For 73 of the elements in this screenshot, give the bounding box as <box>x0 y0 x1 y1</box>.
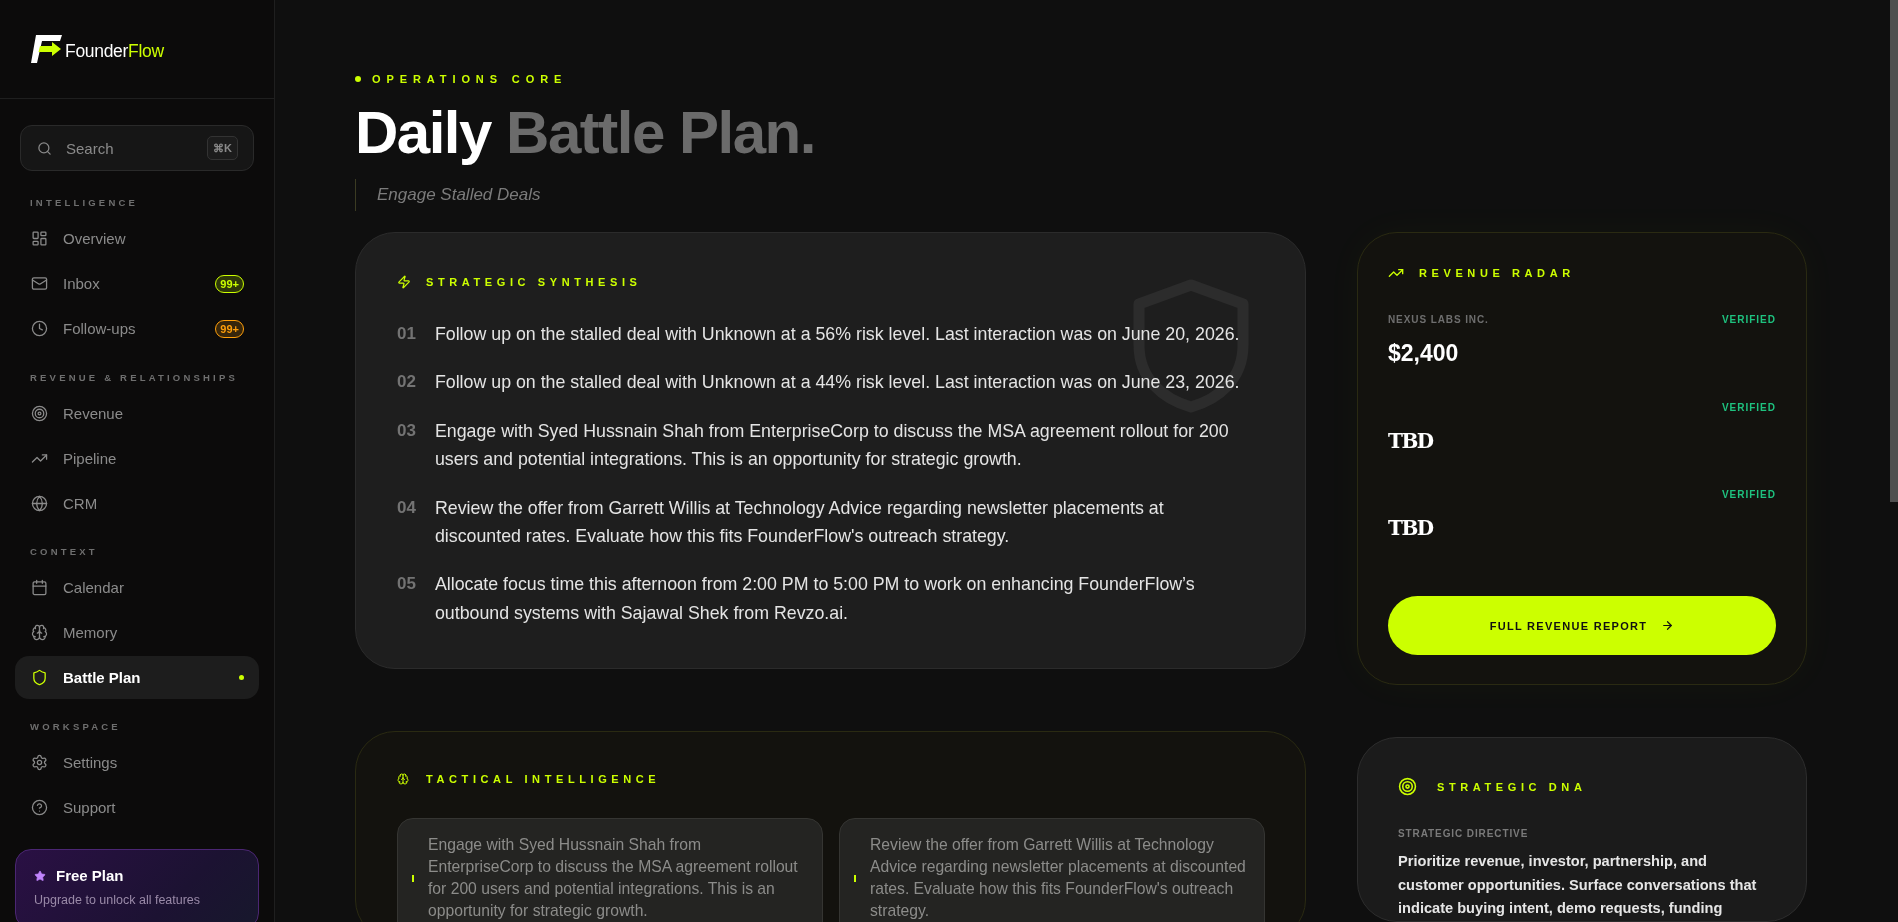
upgrade-card[interactable]: Free Plan Upgrade to unlock all features <box>15 849 259 922</box>
item-text: Allocate focus time this afternoon from 2:00 PM to 5:00 PM to work on enhancing FounderFlow’s outbound systems with Sajawal Shek from Revzo.ai. <box>434 573 1196 625</box>
mail-icon <box>31 275 48 292</box>
page-title: Daily Battle Plan. <box>355 103 815 163</box>
directive-text: Prioritize revenue, investor, partnership, and customer opportunities. Surface conversations that indicate buying intent, demo requests, funding <box>1398 852 1758 918</box>
plan-description: Upgrade to unlock all features <box>34 892 201 908</box>
shield-icon <box>31 669 48 686</box>
nav-item[interactable]: CRM <box>15 481 259 525</box>
nav-item[interactable]: Follow-ups 99+ <box>15 307 259 350</box>
nav-item[interactable]: Settings <box>15 740 259 784</box>
nav-item[interactable]: Support <box>15 785 259 829</box>
card-heading: TACTICAL INTELLIGENCE <box>426 772 661 787</box>
status-label: VERIFIED <box>1721 400 1776 415</box>
target-icon <box>1398 777 1417 796</box>
scrollbar-thumb[interactable] <box>1890 0 1898 502</box>
insight-text: Engage with Syed Hussnain Shah from EnterpriseCorp to discuss the MSA agreement rollout for 200 users and potential integrations. This is an opportunity for strategic growth. <box>428 835 799 922</box>
search-icon <box>37 140 52 156</box>
item-number: 05 <box>397 573 416 596</box>
section-label: REVENUE & RELATIONSHIPS <box>29 371 239 384</box>
nav-item[interactable]: Calendar <box>15 566 259 609</box>
dashboard-icon <box>31 230 48 247</box>
marker-icon <box>412 874 414 882</box>
plan-title: Free Plan <box>56 867 124 885</box>
deal-value: TBD <box>1388 427 1433 455</box>
card-heading: REVENUE RADAR <box>1419 266 1575 280</box>
report-button[interactable]: FULL REVENUE REPORT <box>1388 596 1776 655</box>
status-label: VERIFIED <box>1721 488 1776 502</box>
logo-icon <box>31 35 62 63</box>
nav-item[interactable]: Pipeline <box>15 436 259 480</box>
nav-item[interactable]: Revenue <box>15 391 259 435</box>
globe-icon <box>31 494 48 512</box>
clock-icon <box>31 320 48 337</box>
item-number: 01 <box>397 323 416 345</box>
directive-label: STRATEGIC DIRECTIVE <box>1398 828 1529 840</box>
card-heading: STRATEGIC SYNTHESIS <box>426 275 642 289</box>
nav-item[interactable]: Overview <box>15 217 259 260</box>
item-text: Engage with Syed Hussnain Shah from EnterpriseCorp to discuss the MSA agreement rollout for 200 users and potential integrations. This is an opportunity for strategic growth. <box>434 419 1230 472</box>
item-number: 02 <box>397 371 416 394</box>
lightning-icon <box>397 275 411 289</box>
bullet-icon <box>355 76 361 82</box>
active-dot-icon <box>239 675 244 680</box>
status-label: VERIFIED <box>1721 313 1776 327</box>
section-label: CONTEXT <box>29 546 98 558</box>
brain-icon <box>31 624 48 641</box>
target-icon <box>31 404 48 422</box>
shortcut-key: ⌘K <box>207 136 238 160</box>
marker-icon <box>854 874 856 882</box>
eyebrow-text: OPERATIONS CORE <box>372 72 568 86</box>
star-icon <box>34 870 46 882</box>
company-name: NEXUS LABS INC. <box>1388 313 1489 327</box>
brain-icon <box>397 773 409 786</box>
section-label: INTELLIGENCE <box>29 197 139 209</box>
item-number: 04 <box>397 496 416 519</box>
count-badge: 99+ <box>215 319 244 338</box>
item-text: Follow up on the stalled deal with Unknown at a 56% risk level. Last interaction was on June 20, 2026. <box>434 323 1240 346</box>
nav-item[interactable]: Inbox 99+ <box>15 262 259 305</box>
deal-value: TBD <box>1388 515 1433 542</box>
section-label: WORKSPACE <box>29 720 121 733</box>
insight-text: Review the offer from Garrett Willis at Technology Advice regarding newsletter placements at discounted rates. Evaluate how this fits FounderFlow's outreach strategy. <box>870 835 1247 922</box>
page-subtitle: Engage Stalled Deals <box>355 179 541 211</box>
arrow-right-icon <box>1661 619 1675 632</box>
settings-icon <box>31 753 48 771</box>
logo-text: FounderFlow <box>65 40 164 61</box>
card-heading: STRATEGIC DNA <box>1437 779 1587 794</box>
nav-item[interactable]: Battle Plan <box>15 656 259 699</box>
nav-item[interactable]: Memory <box>15 611 259 654</box>
count-badge: 99+ <box>215 274 244 293</box>
help-icon <box>31 798 48 816</box>
item-text: Review the offer from Garrett Willis at Technology Advice regarding newsletter placements at discounted rates. Evaluate how this fits FounderFlow's outreach strategy. <box>434 496 1165 549</box>
calendar-icon <box>31 579 48 596</box>
deal-value: $2,400 <box>1388 339 1459 368</box>
item-text: Follow up on the stalled deal with Unknown at a 44% risk level. Last interaction was on June 23, 2026. <box>434 371 1240 395</box>
item-number: 03 <box>397 419 416 442</box>
